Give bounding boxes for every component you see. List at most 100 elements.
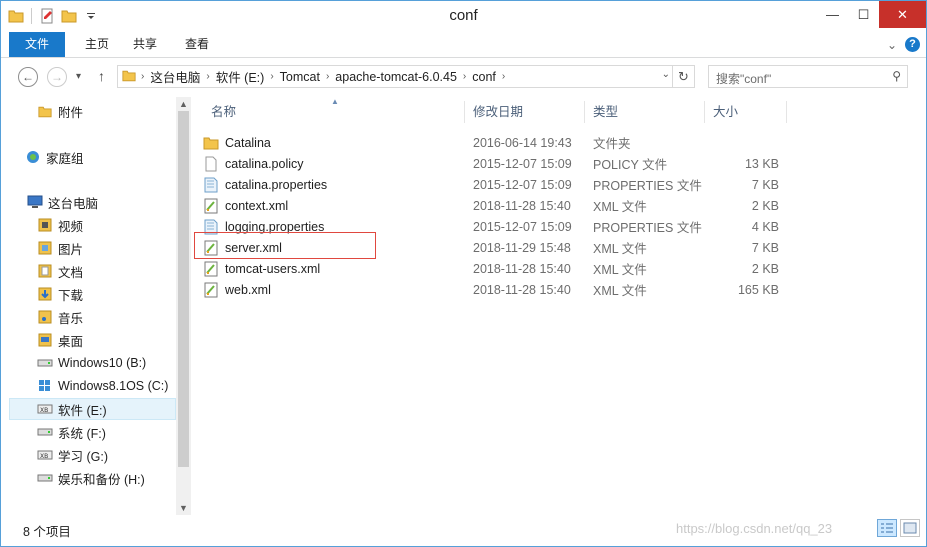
nav-item-drive-e[interactable]: XB 软件 (E:) (9, 398, 176, 420)
nav-item-label: 桌面 (58, 334, 84, 349)
nav-item-label: 软件 (E:) (58, 403, 107, 418)
svg-text:XB: XB (40, 407, 48, 414)
scrollbar-thumb[interactable] (178, 111, 189, 467)
file-icon (203, 156, 219, 172)
item-count: 8 个项目 (23, 525, 71, 539)
breadcrumb-separator[interactable]: › (501, 71, 506, 82)
file-name: tomcat-users.xml (225, 261, 321, 276)
folder-icon (37, 103, 53, 119)
file-row-catalina-properties[interactable]: catalina.properties 2015-12-07 15:09 PRO… (203, 174, 793, 195)
file-size: 13 KB (744, 156, 779, 171)
nav-item-attachments[interactable]: 附件 (37, 100, 176, 122)
breadcrumb-conf[interactable]: conf (467, 70, 501, 84)
minimize-button[interactable]: — (817, 1, 848, 28)
nav-item-music[interactable]: 音乐 (37, 306, 176, 328)
close-button[interactable]: ✕ (879, 1, 926, 28)
nav-item-drive-c[interactable]: Windows8.1OS (C:) (37, 375, 176, 397)
breadcrumb-drive-e[interactable]: 软件 (E:) (211, 67, 270, 86)
nav-item-drive-f[interactable]: 系统 (F:) (37, 421, 176, 443)
breadcrumb-this-pc[interactable]: 这台电脑 (145, 67, 205, 86)
homegroup-icon (25, 149, 41, 165)
recent-locations-button[interactable]: ▾ (76, 71, 81, 82)
highlight-annotation-box (194, 232, 376, 259)
nav-item-documents[interactable]: 文档 (37, 260, 176, 282)
xml-file-icon (203, 198, 219, 214)
file-type: XML 文件 (593, 284, 647, 298)
address-bar[interactable]: › 这台电脑 › 软件 (E:) › Tomcat › apache-tomca… (117, 65, 695, 88)
nav-item-label: 附件 (58, 105, 84, 120)
tab-share[interactable]: 共享 (121, 32, 169, 57)
navpane-scrollbar[interactable]: ▲ ▼ (176, 97, 191, 515)
search-box[interactable]: 搜索"conf" ⚲ (708, 65, 908, 88)
navigation-bar: ← → ▾ ↑ › 这台电脑 › 软件 (E:) › Tomcat › apac… (1, 59, 926, 93)
file-date: 2015-12-07 15:09 (473, 177, 572, 192)
tab-view[interactable]: 查看 (173, 32, 221, 57)
file-date: 2018-11-28 15:40 (473, 261, 571, 276)
nav-item-drive-g[interactable]: XB 学习 (G:) (37, 444, 176, 466)
nav-item-pictures[interactable]: 图片 (37, 237, 176, 259)
file-type: XML 文件 (593, 263, 647, 277)
column-header-name[interactable]: 名称 (203, 101, 465, 123)
file-row-context-xml[interactable]: context.xml 2018-11-28 15:40 XML 文件 2 KB (203, 195, 793, 216)
file-row-catalina-policy[interactable]: catalina.policy 2015-12-07 15:09 POLICY … (203, 153, 793, 174)
nav-item-this-pc[interactable]: 这台电脑 (27, 191, 176, 213)
explorer-window: conf — ☐ ✕ 文件 主页 共享 查看 ⌄ ? ← → ▾ ↑ › 这台电… (0, 0, 927, 547)
nav-item-drive-b[interactable]: Windows10 (B:) (37, 352, 176, 374)
nav-item-label: 文档 (58, 265, 84, 280)
back-button[interactable]: ← (18, 67, 38, 87)
file-size: 7 KB (751, 177, 779, 192)
music-folder-icon (37, 309, 53, 325)
column-header-type[interactable]: 类型 (585, 101, 705, 123)
xml-file-icon (203, 261, 219, 277)
nav-item-desktop[interactable]: 桌面 (37, 329, 176, 351)
column-header-size[interactable]: 大小 (705, 101, 787, 123)
file-date: 2018-11-28 15:40 (473, 282, 571, 297)
search-input[interactable]: 搜索"conf" (716, 72, 771, 86)
tab-file[interactable]: 文件 (9, 32, 65, 57)
documents-folder-icon (37, 263, 53, 279)
address-dropdown-icon[interactable]: ⌄ (662, 69, 670, 80)
nav-item-label: Windows8.1OS (C:) (58, 379, 169, 393)
tab-home[interactable]: 主页 (73, 32, 121, 57)
status-bar: 8 个项目 https://blog.csdn.net/qq_23 (1, 515, 926, 546)
file-date: 2015-12-07 15:09 (473, 156, 572, 171)
file-row-tomcat-users-xml[interactable]: tomcat-users.xml 2018-11-28 15:40 XML 文件… (203, 258, 793, 279)
file-size: 165 KB (737, 282, 779, 297)
file-row-catalina[interactable]: Catalina 2016-06-14 19:43 文件夹 (203, 132, 793, 153)
file-date: 2016-06-14 19:43 (473, 135, 572, 150)
nav-item-label: 娱乐和备份 (H:) (58, 472, 145, 487)
large-icons-view-icon[interactable] (900, 519, 920, 537)
nav-item-label: 图片 (58, 242, 84, 257)
up-button[interactable]: ↑ (98, 68, 105, 84)
breadcrumb-tomcat[interactable]: Tomcat (275, 70, 325, 84)
scroll-down-icon[interactable]: ▼ (179, 503, 188, 513)
help-icon[interactable]: ? (905, 37, 920, 52)
nav-item-downloads[interactable]: 下载 (37, 283, 176, 305)
file-row-web-xml[interactable]: web.xml 2018-11-28 15:40 XML 文件 165 KB (203, 279, 793, 300)
scroll-up-icon[interactable]: ▲ (179, 99, 188, 109)
folder-icon (203, 135, 219, 151)
drive-icon (37, 470, 53, 486)
properties-file-icon (203, 177, 219, 193)
nav-item-homegroup[interactable]: 家庭组 (25, 146, 176, 168)
details-view-icon[interactable] (877, 519, 897, 537)
file-list: ▲ 名称 修改日期 类型 大小 Catalina 2016-06-14 19:4… (191, 97, 926, 515)
drive-icon (37, 355, 53, 371)
search-icon[interactable]: ⚲ (892, 69, 901, 83)
nav-item-label: 音乐 (58, 311, 84, 326)
folder-icon (122, 69, 136, 85)
nav-item-label: 学习 (G:) (58, 449, 108, 464)
computer-icon (27, 194, 43, 210)
nav-item-drive-h[interactable]: 娱乐和备份 (H:) (37, 467, 176, 489)
column-header-modified[interactable]: 修改日期 (465, 101, 585, 123)
refresh-button[interactable]: ↻ (672, 66, 694, 87)
forward-button[interactable]: → (47, 67, 67, 87)
nav-item-videos[interactable]: 视频 (37, 214, 176, 236)
ribbon-tabs: 文件 主页 共享 查看 ⌄ ? (1, 32, 926, 58)
expand-ribbon-icon[interactable]: ⌄ (887, 38, 897, 52)
file-type: XML 文件 (593, 200, 647, 214)
breadcrumb-apache-tomcat[interactable]: apache-tomcat-6.0.45 (330, 70, 462, 84)
maximize-button[interactable]: ☐ (848, 1, 879, 28)
pictures-folder-icon (37, 240, 53, 256)
system-drive-icon (37, 378, 53, 394)
